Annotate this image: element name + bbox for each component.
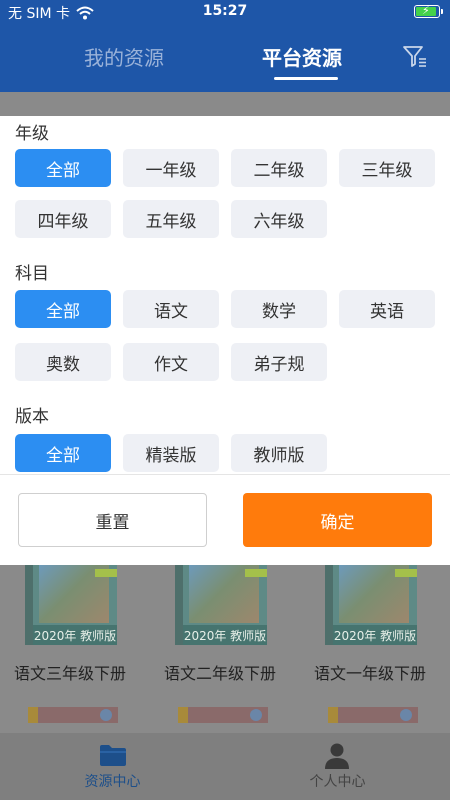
app-header: 我的资源 平台资源	[0, 24, 450, 92]
book-next-cover	[28, 707, 118, 723]
edition-option-teacher[interactable]: 教师版	[231, 434, 327, 472]
cover-tag	[245, 569, 267, 577]
subject-option-english[interactable]: 英语	[339, 290, 435, 328]
subject-option-dizigui[interactable]: 弟子规	[231, 343, 327, 381]
subject-section-title: 科目	[15, 264, 49, 284]
book-title: 语文一年级下册	[313, 664, 426, 683]
edition-option-all[interactable]: 全部	[15, 434, 111, 472]
book-card[interactable]: 2020年 教师版 语文二年级下册	[150, 565, 290, 733]
cover-tag	[395, 569, 417, 577]
grade-option-5[interactable]: 五年级	[123, 200, 219, 238]
book-cover: 2020年 教师版	[325, 565, 417, 645]
book-cover: 2020年 教师版	[25, 565, 117, 645]
nav-label: 个人中心	[309, 774, 366, 790]
confirm-button[interactable]: 确定	[243, 493, 432, 547]
edition-section-title: 版本	[15, 407, 49, 427]
tab-my-resources[interactable]: 我的资源	[84, 42, 164, 71]
subject-option-composition[interactable]: 作文	[123, 343, 219, 381]
folder-icon	[100, 745, 126, 766]
subject-option-chinese[interactable]: 语文	[123, 290, 219, 328]
grade-option-4[interactable]: 四年级	[15, 200, 111, 238]
book-edition: 2020年 教师版	[183, 625, 267, 645]
status-bar: 无 SIM 卡 15:27 ⚡	[0, 0, 450, 24]
book-edition: 2020年 教师版	[333, 625, 417, 645]
grade-option-2[interactable]: 二年级	[231, 149, 327, 187]
grade-option-all[interactable]: 全部	[15, 149, 111, 187]
overlay-mask[interactable]	[0, 92, 450, 116]
grade-option-3[interactable]: 三年级	[339, 149, 435, 187]
book-next-cover	[178, 707, 268, 723]
panel-divider	[0, 474, 450, 475]
filter-icon[interactable]	[402, 44, 428, 68]
edition-option-deluxe[interactable]: 精装版	[123, 434, 219, 472]
charging-icon: ⚡	[422, 4, 430, 17]
nav-personal-center[interactable]: 个人中心	[225, 733, 450, 800]
book-title: 语文三年级下册	[13, 664, 126, 683]
nav-resource-center[interactable]: 资源中心	[0, 733, 225, 800]
book-list: 2020年 教师版 语文三年级下册 2020年 教师版 语文二年级下册 2020…	[0, 565, 450, 733]
book-card[interactable]: 2020年 教师版 语文一年级下册	[300, 565, 440, 733]
book-next-cover	[328, 707, 418, 723]
user-icon	[325, 743, 349, 769]
reset-button[interactable]: 重置	[18, 493, 207, 547]
battery-icon: ⚡	[414, 4, 443, 18]
grade-section-title: 年级	[15, 124, 49, 144]
cover-tag	[95, 569, 117, 577]
status-time: 15:27	[202, 3, 248, 19]
book-card[interactable]: 2020年 教师版 语文三年级下册	[0, 565, 140, 733]
book-title: 语文二年级下册	[163, 664, 276, 683]
book-edition: 2020年 教师版	[33, 625, 117, 645]
tab-platform-resources[interactable]: 平台资源	[262, 42, 342, 71]
grade-option-1[interactable]: 一年级	[123, 149, 219, 187]
filter-panel: 年级 全部 一年级 二年级 三年级 四年级 五年级 六年级 科目 全部 语文 数…	[0, 116, 450, 565]
bottom-nav: 资源中心 个人中心	[0, 733, 450, 800]
nav-label: 资源中心	[84, 774, 141, 790]
subject-option-olympiad-math[interactable]: 奥数	[15, 343, 111, 381]
subject-option-math[interactable]: 数学	[231, 290, 327, 328]
subject-option-all[interactable]: 全部	[15, 290, 111, 328]
active-tab-indicator	[274, 77, 338, 80]
book-cover: 2020年 教师版	[175, 565, 267, 645]
grade-option-6[interactable]: 六年级	[231, 200, 327, 238]
